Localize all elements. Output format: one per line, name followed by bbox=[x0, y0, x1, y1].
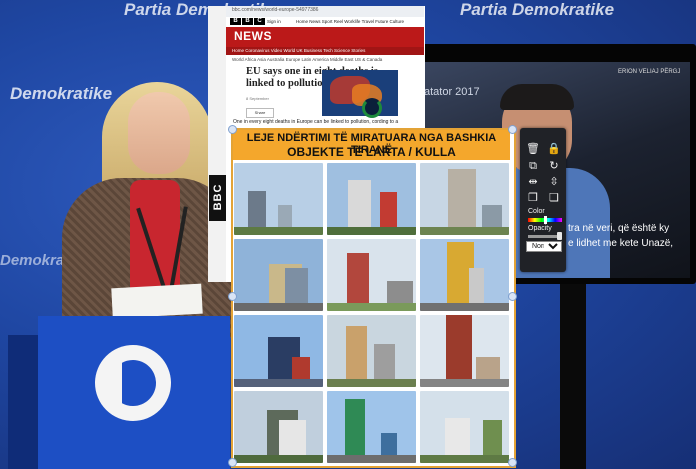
rotate-icon[interactable]: ↻ bbox=[547, 159, 561, 173]
resize-handle-bottom-right[interactable] bbox=[508, 458, 517, 467]
building-shape bbox=[445, 418, 470, 457]
photo-ground bbox=[234, 379, 323, 387]
resize-handle-top-left[interactable] bbox=[228, 125, 237, 134]
color-slider-thumb[interactable] bbox=[544, 216, 547, 224]
building-photo bbox=[420, 163, 509, 235]
building-photo bbox=[420, 391, 509, 463]
resize-handle-top-right[interactable] bbox=[508, 125, 517, 134]
article-body-text: One in every eight deaths in Europe can … bbox=[233, 119, 399, 125]
photo-ground bbox=[234, 455, 323, 463]
photo-ground bbox=[327, 227, 416, 235]
bbc-news-title: NEWS bbox=[234, 29, 272, 43]
bbc-top-logo: B B C bbox=[230, 18, 265, 25]
bbc-logo-block: C bbox=[254, 18, 265, 25]
building-shape bbox=[476, 357, 500, 381]
bbc-sign-in: Sign in bbox=[267, 19, 281, 24]
send-backward-icon[interactable]: ❏ bbox=[547, 191, 561, 205]
building-photo bbox=[234, 163, 323, 235]
building-shape bbox=[345, 399, 365, 457]
building-photo-grid bbox=[234, 163, 509, 463]
blend-mode-select[interactable]: Normal bbox=[526, 241, 562, 252]
building-shape bbox=[347, 253, 369, 305]
building-shape bbox=[387, 281, 413, 305]
copy-icon[interactable]: ⧉ bbox=[526, 159, 540, 173]
photo-ground bbox=[420, 455, 509, 463]
browser-url-text: bbc.com/news/world-europe-54977386 bbox=[232, 7, 319, 13]
building-shape bbox=[348, 180, 371, 229]
building-photo bbox=[234, 315, 323, 387]
photo-ground bbox=[234, 303, 323, 311]
tv-man-hair bbox=[500, 84, 574, 110]
building-shape bbox=[448, 169, 476, 229]
flip-vertical-icon[interactable]: ⇳ bbox=[547, 175, 561, 189]
share-button: Share bbox=[246, 108, 274, 118]
bbc-logo-block: B bbox=[230, 18, 241, 25]
building-shape bbox=[278, 205, 292, 229]
building-photo bbox=[420, 239, 509, 311]
poster-title-line2: OBJEKTE TË LARTA / KULLA bbox=[287, 145, 456, 159]
building-photo bbox=[327, 163, 416, 235]
opacity-label: Opacity bbox=[528, 225, 552, 232]
bbc-overlay-margin bbox=[208, 6, 226, 282]
bbc-logo-block: B bbox=[242, 18, 253, 25]
building-shape bbox=[446, 315, 472, 381]
party-banner-text: Partia Demokratike bbox=[460, 0, 615, 19]
photo-ground bbox=[327, 303, 416, 311]
building-shape bbox=[248, 191, 266, 229]
monitor-stand bbox=[560, 284, 586, 469]
photo-sky bbox=[327, 391, 416, 463]
building-shape bbox=[285, 268, 308, 305]
photo-sky bbox=[327, 163, 416, 235]
photo-ground bbox=[327, 379, 416, 387]
building-shape bbox=[469, 268, 484, 305]
tv-subtitle-line2: e lidhet me kete Unazë, bbox=[568, 238, 674, 249]
building-shape bbox=[381, 433, 397, 457]
photo-ground bbox=[234, 227, 323, 235]
bbc-top-nav: Home News Sport Reel Worklife Travel Fut… bbox=[296, 19, 404, 24]
bbc-side-logo: BBC bbox=[212, 183, 224, 211]
article-timestamp: 8 September bbox=[246, 96, 269, 101]
building-photo bbox=[234, 239, 323, 311]
building-photo bbox=[234, 391, 323, 463]
building-shape bbox=[346, 326, 367, 381]
podium-side bbox=[8, 335, 38, 469]
photo-ground bbox=[420, 379, 509, 387]
presenter-face bbox=[128, 92, 190, 174]
party-logo-bar bbox=[110, 360, 122, 406]
party-banner-text: Demokratike bbox=[10, 84, 113, 103]
bring-forward-icon[interactable]: ❐ bbox=[526, 191, 540, 205]
building-photo bbox=[327, 239, 416, 311]
speech-paper bbox=[111, 283, 203, 319]
bbc-sub-nav: World Africa Asia Australia Europe Latin… bbox=[232, 57, 383, 62]
resize-handle-left[interactable] bbox=[228, 292, 237, 301]
photo-sky bbox=[327, 315, 416, 387]
building-shape bbox=[483, 420, 502, 457]
flip-horizontal-icon[interactable]: ⇹ bbox=[526, 175, 540, 189]
tv-subtitle-line1: tra në veri, që është ky bbox=[568, 223, 670, 234]
resize-handle-right[interactable] bbox=[508, 292, 517, 301]
building-photo bbox=[420, 315, 509, 387]
resize-handle-bottom-left[interactable] bbox=[228, 458, 237, 467]
building-photo bbox=[327, 315, 416, 387]
bbc-news-nav-text: Home Coronavirus Video World UK Business… bbox=[232, 48, 366, 53]
building-shape bbox=[380, 192, 397, 229]
lock-icon[interactable]: 🔒 bbox=[547, 142, 561, 156]
building-photo bbox=[327, 391, 416, 463]
photo-ground bbox=[420, 303, 509, 311]
building-shape bbox=[482, 205, 502, 229]
trash-icon[interactable]: 🗑 bbox=[526, 142, 540, 156]
loading-spinner-icon bbox=[362, 98, 382, 118]
color-label: Color bbox=[528, 208, 545, 215]
tv-caption-mid: atator 2017 bbox=[424, 86, 480, 98]
opacity-slider-thumb[interactable] bbox=[556, 232, 562, 240]
building-shape bbox=[292, 357, 310, 381]
building-shape bbox=[279, 420, 306, 457]
building-shape bbox=[374, 344, 395, 381]
photo-ground bbox=[327, 455, 416, 463]
tv-caption-top: ERION VELIAJ PËRGJ bbox=[618, 69, 681, 75]
photo-ground bbox=[420, 227, 509, 235]
